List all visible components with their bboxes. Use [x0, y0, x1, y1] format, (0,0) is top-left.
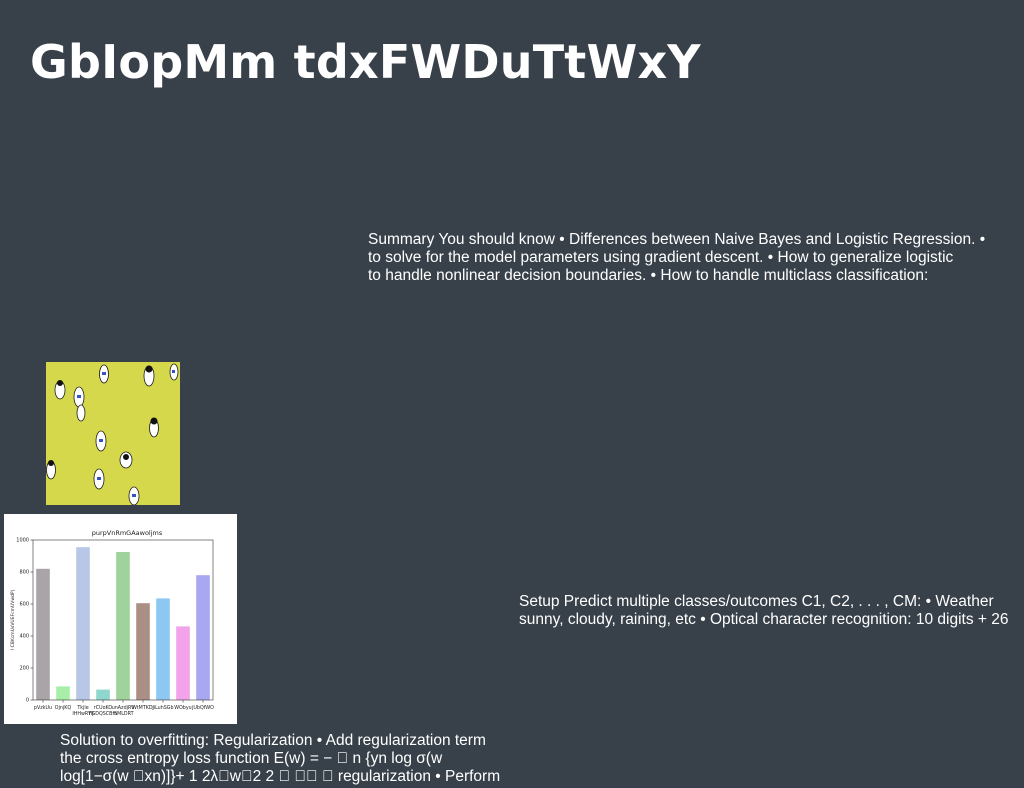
bar-chart: purpVnRmGAawoljms I CBKcmUsVUEFcmUVwdP| …: [10, 529, 214, 717]
y-tick-label: 0: [26, 698, 29, 704]
setup-line: Setup Predict multiple classes/outcomes …: [519, 593, 994, 610]
bowling-pins-image: [46, 362, 180, 505]
slide-title: GbIopMm tdxFWDuTtWxY: [30, 35, 701, 89]
chart-bar: [76, 547, 90, 700]
chart-bar: [196, 575, 210, 700]
chart-bar: [136, 603, 150, 700]
y-tick-label: 800: [19, 570, 29, 576]
chart-bar: [36, 568, 50, 700]
bar-chart-panel: purpVnRmGAawoljms I CBKcmUsVUEFcmUVwdP| …: [4, 514, 237, 724]
figure-photo: [46, 362, 180, 505]
chart-bar: [96, 689, 110, 700]
y-tick-label: 600: [19, 602, 29, 608]
x-tick-label: pVzkUu: [34, 705, 52, 711]
chart-bar: [56, 686, 70, 700]
x-tick-label: OjnjKQ: [55, 705, 72, 711]
y-tick-label: 200: [19, 666, 29, 672]
y-tick-label: 1000: [16, 538, 29, 544]
setup-line: sunny, cloudy, raining, etc • Optical ch…: [519, 611, 1009, 628]
chart-title: purpVnRmGAawoljms: [92, 529, 163, 537]
chart-bar: [176, 626, 190, 700]
y-tick-label: 400: [19, 634, 29, 640]
chart-bar: [156, 598, 170, 700]
x-tick-label: rCUoKO: [94, 705, 113, 711]
chart-bar: [116, 552, 130, 700]
x-tick-label: jiLuhSGb: [151, 705, 173, 711]
solution-line: Solution to overfitting: Regularization …: [60, 732, 486, 749]
summary-text: Summary You should know • Differences be…: [368, 231, 985, 285]
x-tick-label: jUbQfWO: [191, 705, 214, 711]
summary-line: to handle nonlinear decision boundaries.…: [368, 267, 929, 284]
x-tick-label: WObyu: [174, 705, 191, 711]
x-tick-label: mMLDRT: [112, 711, 133, 717]
summary-line: to solve for the model parameters using …: [368, 249, 954, 266]
x-tick-label: Tkjle: [76, 705, 88, 711]
solution-line: log[1−σ(w  xn)]}+ 1 2λ w 2 2        regu…: [60, 768, 501, 785]
solution-text: Solution to overfitting: Regularization …: [60, 732, 500, 786]
solution-line: the cross entropy loss function E(w) = −…: [60, 750, 443, 767]
chart-y-axis-label: I CBKcmUsVUEFcmUVwdP|: [10, 590, 16, 650]
x-tick-label: WtMTKDj: [132, 705, 154, 711]
setup-text: Setup Predict multiple classes/outcomes …: [519, 593, 1009, 629]
summary-line: Summary You should know • Differences be…: [368, 231, 986, 248]
